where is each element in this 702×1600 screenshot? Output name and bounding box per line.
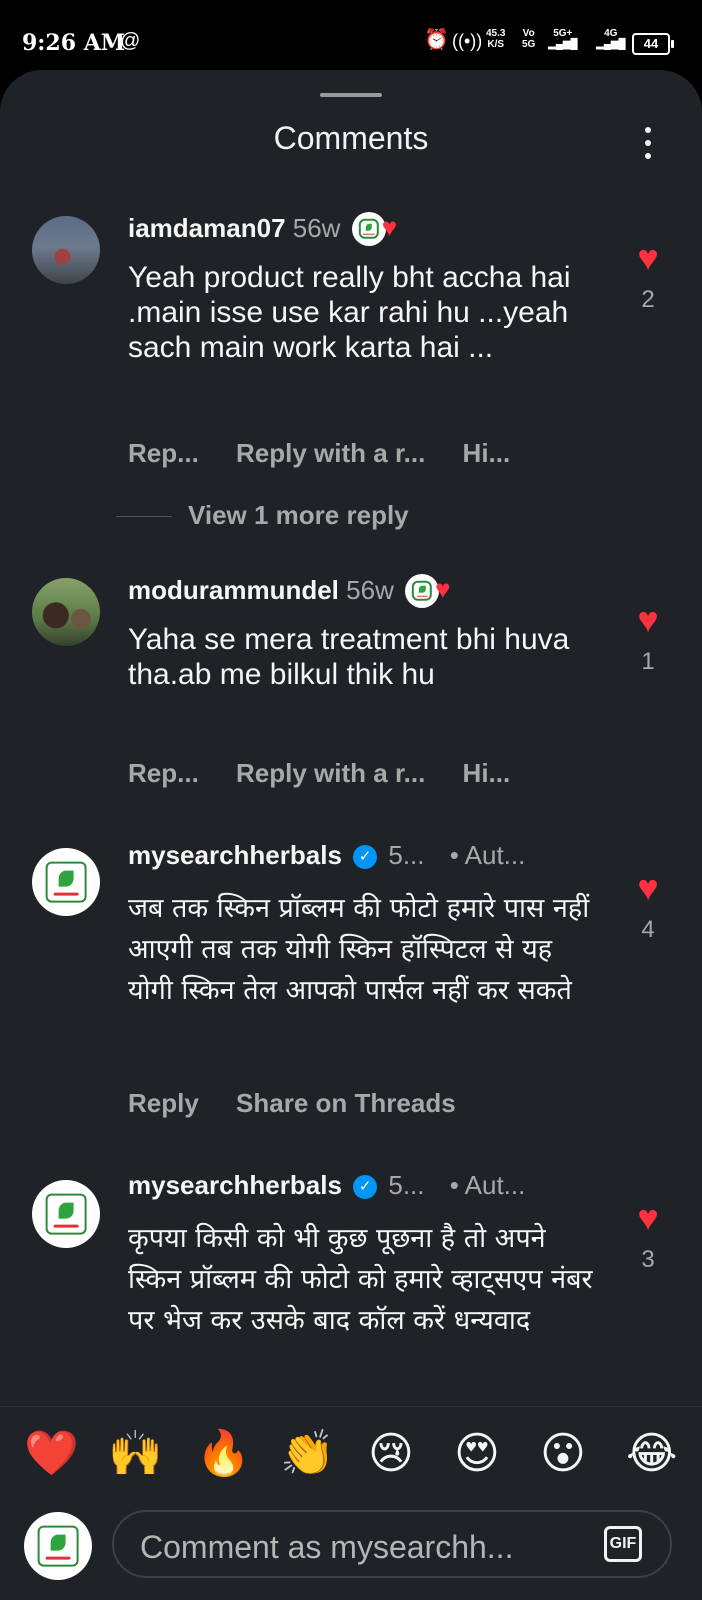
comment-text: Yaha se mera treatment bhi huva tha.ab m… xyxy=(128,623,570,691)
comments-sheet: Comments iamdaman07 56w ♥ Yeah product r… xyxy=(0,70,702,1600)
emoji-heart[interactable]: ❤️ xyxy=(24,1429,79,1479)
net-speed-unit: K/S xyxy=(487,39,505,50)
like-count: 4 xyxy=(641,916,655,943)
avatar[interactable] xyxy=(32,1180,100,1248)
username[interactable]: mysearchherbals xyxy=(128,840,342,870)
view-more-replies-button[interactable]: View 1 more reply xyxy=(116,500,409,531)
username[interactable]: iamdaman07 xyxy=(128,213,286,243)
kebab-menu-icon[interactable] xyxy=(640,125,656,161)
heart-icon: ♥ xyxy=(381,212,398,242)
author-label: • Aut... xyxy=(449,1170,526,1200)
brand-logo-icon xyxy=(37,1525,79,1567)
reply-with-reel-button[interactable]: Reply with a r... xyxy=(236,438,425,468)
comment-composer: Comment as mysearchh... GIF xyxy=(0,1502,702,1600)
like-count: 1 xyxy=(641,648,655,675)
drag-handle[interactable] xyxy=(320,93,382,97)
timestamp: 5... xyxy=(388,1170,425,1200)
comment-text: कृपया किसी को भी कुछ पूछना है तो अपने स्… xyxy=(128,1223,593,1336)
comment-header: mysearchherbals ✓ 5... • Aut... xyxy=(128,1170,525,1201)
brand-logo-icon xyxy=(358,218,379,240)
username[interactable]: modurammundel xyxy=(128,575,339,605)
hide-button[interactable]: Hi... xyxy=(463,758,511,788)
like-count: 2 xyxy=(641,286,655,313)
sheet-title: Comments xyxy=(273,120,429,156)
like-column: ♥ 2 xyxy=(618,240,678,314)
volte-indicator: Vo 5G xyxy=(522,28,535,50)
brand-logo-icon xyxy=(45,861,87,903)
signal-4g-icon: 4G ▂▄▆█ xyxy=(596,28,626,50)
verified-badge-icon: ✓ xyxy=(353,845,378,870)
comment-header: modurammundel 56w ♥ xyxy=(128,574,467,610)
status-time: 9:26 AM xyxy=(22,30,126,56)
timestamp: 5... xyxy=(388,840,425,870)
heart-icon: ♥ xyxy=(435,574,451,604)
reply-button[interactable]: Rep... xyxy=(128,758,199,788)
verified-badge-icon: ✓ xyxy=(353,1175,378,1200)
emoji-laughing[interactable]: 😂 xyxy=(626,1429,677,1479)
emoji-surprised[interactable]: 😮 xyxy=(540,1429,586,1479)
reply-button[interactable]: Reply xyxy=(128,1088,199,1118)
signal-bars-icon: ▂▄▆█ xyxy=(548,39,578,50)
heart-icon[interactable]: ♥ xyxy=(618,870,678,906)
brand-logo-icon xyxy=(411,580,433,602)
comment-input[interactable]: Comment as mysearchh... GIF xyxy=(112,1510,672,1578)
like-column: ♥ 3 xyxy=(618,1200,678,1274)
signal-5g-label: 5G+ xyxy=(553,28,573,39)
threads-notification-icon: @ xyxy=(120,30,141,52)
timestamp: 56w xyxy=(292,212,341,243)
avatar[interactable] xyxy=(32,848,100,916)
comment-text: Yeah product really bht accha hai .main … xyxy=(128,261,571,364)
signal-5g-icon: 5G+ ▂▄▆█ xyxy=(548,28,578,50)
avatar[interactable] xyxy=(32,216,100,284)
current-user-avatar xyxy=(24,1512,92,1580)
comment-actions: Rep... Reply with a r... Hi... xyxy=(128,438,540,469)
gif-icon[interactable]: GIF xyxy=(604,1526,642,1562)
hide-button[interactable]: Hi... xyxy=(463,438,511,468)
author-label: • Aut... xyxy=(449,840,526,870)
avatar[interactable] xyxy=(32,578,100,646)
comment-header: mysearchherbals ✓ 5... • Aut... xyxy=(128,840,525,871)
signal-4g-label: 4G xyxy=(604,28,618,39)
comment-actions: Rep... Reply with a r... Hi... xyxy=(128,758,540,789)
heart-icon[interactable]: ♥ xyxy=(618,240,678,276)
signal-bars-icon: ▂▄▆█ xyxy=(596,39,626,50)
brand-logo-icon xyxy=(45,1193,87,1235)
liked-by-author-badge: ♥ xyxy=(405,574,467,610)
timestamp: 56w xyxy=(346,574,394,605)
comment-text: जब तक स्किन प्रॉब्लम की फोटो हमारे पास न… xyxy=(128,893,590,1006)
emoji-raising-hands[interactable]: 🙌 xyxy=(108,1429,163,1479)
reply-with-reel-button[interactable]: Reply with a r... xyxy=(236,758,425,788)
username[interactable]: mysearchherbals xyxy=(128,1170,342,1200)
volte-top: Vo xyxy=(522,28,535,39)
like-count: 3 xyxy=(641,1246,655,1273)
author-avatar xyxy=(405,574,440,608)
emoji-clapping[interactable]: 👏 xyxy=(280,1429,335,1479)
volte-bottom: 5G xyxy=(522,39,536,50)
emoji-heart-eyes[interactable]: 😍 xyxy=(454,1429,500,1479)
reply-button[interactable]: Rep... xyxy=(128,438,199,468)
emoji-quick-bar: ❤️ 🙌 🔥 👏 😢 😍 😮 😂 xyxy=(0,1406,702,1503)
heart-icon[interactable]: ♥ xyxy=(618,1200,678,1236)
like-column: ♥ 1 xyxy=(618,602,678,676)
battery-indicator: 44 xyxy=(632,33,674,55)
heart-icon[interactable]: ♥ xyxy=(618,602,678,638)
net-speed-value: 45.3 xyxy=(486,28,506,39)
author-avatar xyxy=(351,212,386,246)
comment-actions: Reply Share on Threads xyxy=(128,1088,486,1119)
alarm-icon: ⏰ xyxy=(424,29,449,51)
hotspot-icon: ((•)) xyxy=(452,31,483,51)
status-bar: 9:26 AM @ ⏰ ((•)) 45.3 K/S Vo 5G 5G+ ▂▄▆… xyxy=(0,0,702,70)
emoji-crying[interactable]: 😢 xyxy=(368,1429,414,1479)
emoji-fire[interactable]: 🔥 xyxy=(196,1429,251,1479)
comment-input-placeholder: Comment as mysearchh... xyxy=(140,1529,514,1565)
comment-header: iamdaman07 56w ♥ xyxy=(128,212,414,248)
liked-by-author-badge: ♥ xyxy=(351,212,414,248)
like-column: ♥ 4 xyxy=(618,870,678,944)
network-speed: 45.3 K/S xyxy=(486,28,505,50)
share-on-threads-button[interactable]: Share on Threads xyxy=(236,1088,456,1118)
